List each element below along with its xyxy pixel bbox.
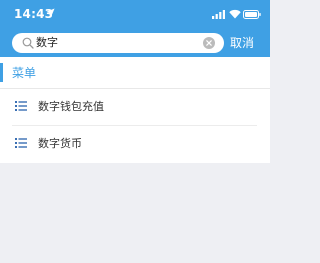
search-input[interactable] <box>36 33 196 53</box>
search-box[interactable] <box>12 33 224 53</box>
wifi-icon <box>229 9 241 19</box>
menu-item-digital-currency[interactable]: 数字货币 <box>0 126 270 162</box>
menu-item-label: 数字货币 <box>38 137 82 150</box>
menu-item-wallet-topup[interactable]: 数字钱包充值 <box>0 89 270 126</box>
location-arrow-icon <box>46 8 55 17</box>
app-header: 14:43 取消 <box>0 0 270 57</box>
list-icon <box>15 101 27 111</box>
search-icon <box>22 37 34 49</box>
cancel-button[interactable]: 取消 <box>230 35 264 51</box>
list-icon <box>15 138 27 148</box>
menu-list: 数字钱包充值 数字货币 <box>0 89 270 163</box>
clear-icon[interactable] <box>203 37 215 49</box>
section-title: 菜单 <box>12 66 37 80</box>
battery-icon <box>243 10 261 19</box>
section-accent-bar <box>0 63 3 82</box>
menu-item-label: 数字钱包充值 <box>38 100 104 113</box>
status-bar: 14:43 <box>0 0 270 28</box>
signal-icon <box>212 10 225 19</box>
section-header: 菜单 <box>0 57 270 89</box>
